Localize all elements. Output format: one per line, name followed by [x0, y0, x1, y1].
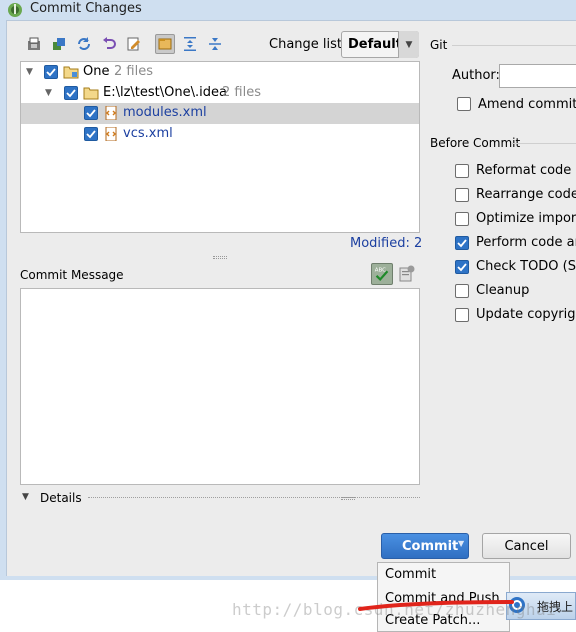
- android-studio-icon: [8, 3, 22, 17]
- git-section-label: Git: [430, 38, 448, 52]
- details-divider: [88, 497, 420, 498]
- modified-count: Modified: 2: [350, 236, 423, 251]
- xml-file-icon: [105, 106, 117, 120]
- tree-row-checkbox[interactable]: [84, 127, 98, 141]
- edit-source-icon[interactable]: [124, 34, 144, 54]
- before-commit-option-label[interactable]: Reformat code: [476, 163, 571, 178]
- message-history-icon[interactable]: [399, 265, 415, 283]
- changes-tree[interactable]: ▼ One 2 files ▼ E:\lz\test\One\.idea 2 f…: [20, 61, 420, 233]
- tree-row-root[interactable]: ▼ One 2 files: [21, 62, 419, 83]
- commit-message-textarea[interactable]: [20, 288, 420, 485]
- amend-commit-label[interactable]: Amend commit: [478, 97, 576, 112]
- menu-item-commit[interactable]: Commit: [385, 567, 436, 582]
- tree-row-label: E:\lz\test\One\.idea: [103, 85, 227, 100]
- before-commit-option-label[interactable]: Check TODO (Sho: [476, 259, 576, 274]
- before-commit-option-label[interactable]: Rearrange code: [476, 187, 576, 202]
- chevron-down-icon[interactable]: ▼: [458, 539, 464, 548]
- svg-text:ABC: ABC: [375, 267, 386, 273]
- module-folder-icon: [63, 66, 79, 79]
- red-annotation-mark: [358, 600, 514, 611]
- details-toggle[interactable]: Details: [40, 491, 82, 505]
- chevron-down-icon[interactable]: ▼: [22, 492, 29, 502]
- group-by-directory-icon[interactable]: [155, 34, 175, 54]
- tree-row-label: One: [83, 64, 110, 79]
- before-commit-option-label[interactable]: Cleanup: [476, 283, 529, 298]
- before-commit-option-checkbox[interactable]: [455, 260, 469, 274]
- tree-row-checkbox[interactable]: [84, 106, 98, 120]
- tree-row-file[interactable]: modules.xml: [21, 103, 419, 124]
- tree-row-label: modules.xml: [123, 105, 207, 120]
- tree-row-folder[interactable]: ▼ E:\lz\test\One\.idea 2 files: [21, 83, 419, 104]
- changelist-value: Default: [348, 37, 402, 52]
- expand-all-icon[interactable]: [180, 34, 200, 54]
- move-to-changelist-icon[interactable]: [49, 34, 69, 54]
- author-label: Author:: [452, 68, 500, 83]
- section-divider: [452, 45, 576, 46]
- tree-row-checkbox[interactable]: [64, 86, 78, 100]
- splitter-handle[interactable]: [341, 497, 355, 500]
- collapse-all-icon[interactable]: [205, 34, 225, 54]
- before-commit-option-label[interactable]: Optimize imports: [476, 211, 576, 226]
- commit-button-label: Commit: [402, 539, 459, 554]
- before-commit-option-checkbox[interactable]: [455, 188, 469, 202]
- xml-file-icon: [105, 127, 117, 141]
- tree-row-label: vcs.xml: [123, 126, 173, 141]
- folder-icon: [83, 87, 99, 100]
- chevron-down-icon[interactable]: ▼: [45, 88, 55, 98]
- tree-row-count: 2 files: [222, 85, 261, 100]
- cancel-button[interactable]: Cancel: [482, 533, 571, 559]
- before-commit-option-checkbox[interactable]: [455, 308, 469, 322]
- before-commit-option-checkbox[interactable]: [455, 236, 469, 250]
- before-commit-label: Before Commit: [430, 136, 521, 150]
- rollback-icon[interactable]: [99, 34, 119, 54]
- before-commit-option-checkbox[interactable]: [455, 164, 469, 178]
- tree-row-checkbox[interactable]: [44, 65, 58, 79]
- author-input[interactable]: [499, 64, 576, 88]
- changelist-label: Change list:: [269, 37, 347, 52]
- amend-commit-checkbox[interactable]: [457, 97, 471, 111]
- before-commit-option-checkbox[interactable]: [455, 284, 469, 298]
- before-commit-option-label[interactable]: Perform code ana: [476, 235, 576, 250]
- tree-row-file[interactable]: vcs.xml: [21, 124, 419, 145]
- chevron-down-icon[interactable]: ▼: [398, 31, 419, 58]
- commit-button[interactable]: Commit ▼: [381, 533, 469, 559]
- refresh-icon[interactable]: [74, 34, 94, 54]
- splitter-handle[interactable]: [213, 256, 227, 259]
- chevron-down-icon[interactable]: ▼: [26, 67, 36, 77]
- tree-row-count: 2 files: [114, 64, 153, 79]
- before-commit-option-label[interactable]: Update copyright: [476, 307, 576, 322]
- before-commit-option-checkbox[interactable]: [455, 212, 469, 226]
- spellcheck-icon[interactable]: ABC: [371, 263, 393, 285]
- show-diff-icon[interactable]: [24, 34, 44, 54]
- commit-message-label: Commit Message: [20, 268, 124, 282]
- section-divider: [511, 143, 576, 144]
- window-title: Commit Changes: [30, 1, 142, 16]
